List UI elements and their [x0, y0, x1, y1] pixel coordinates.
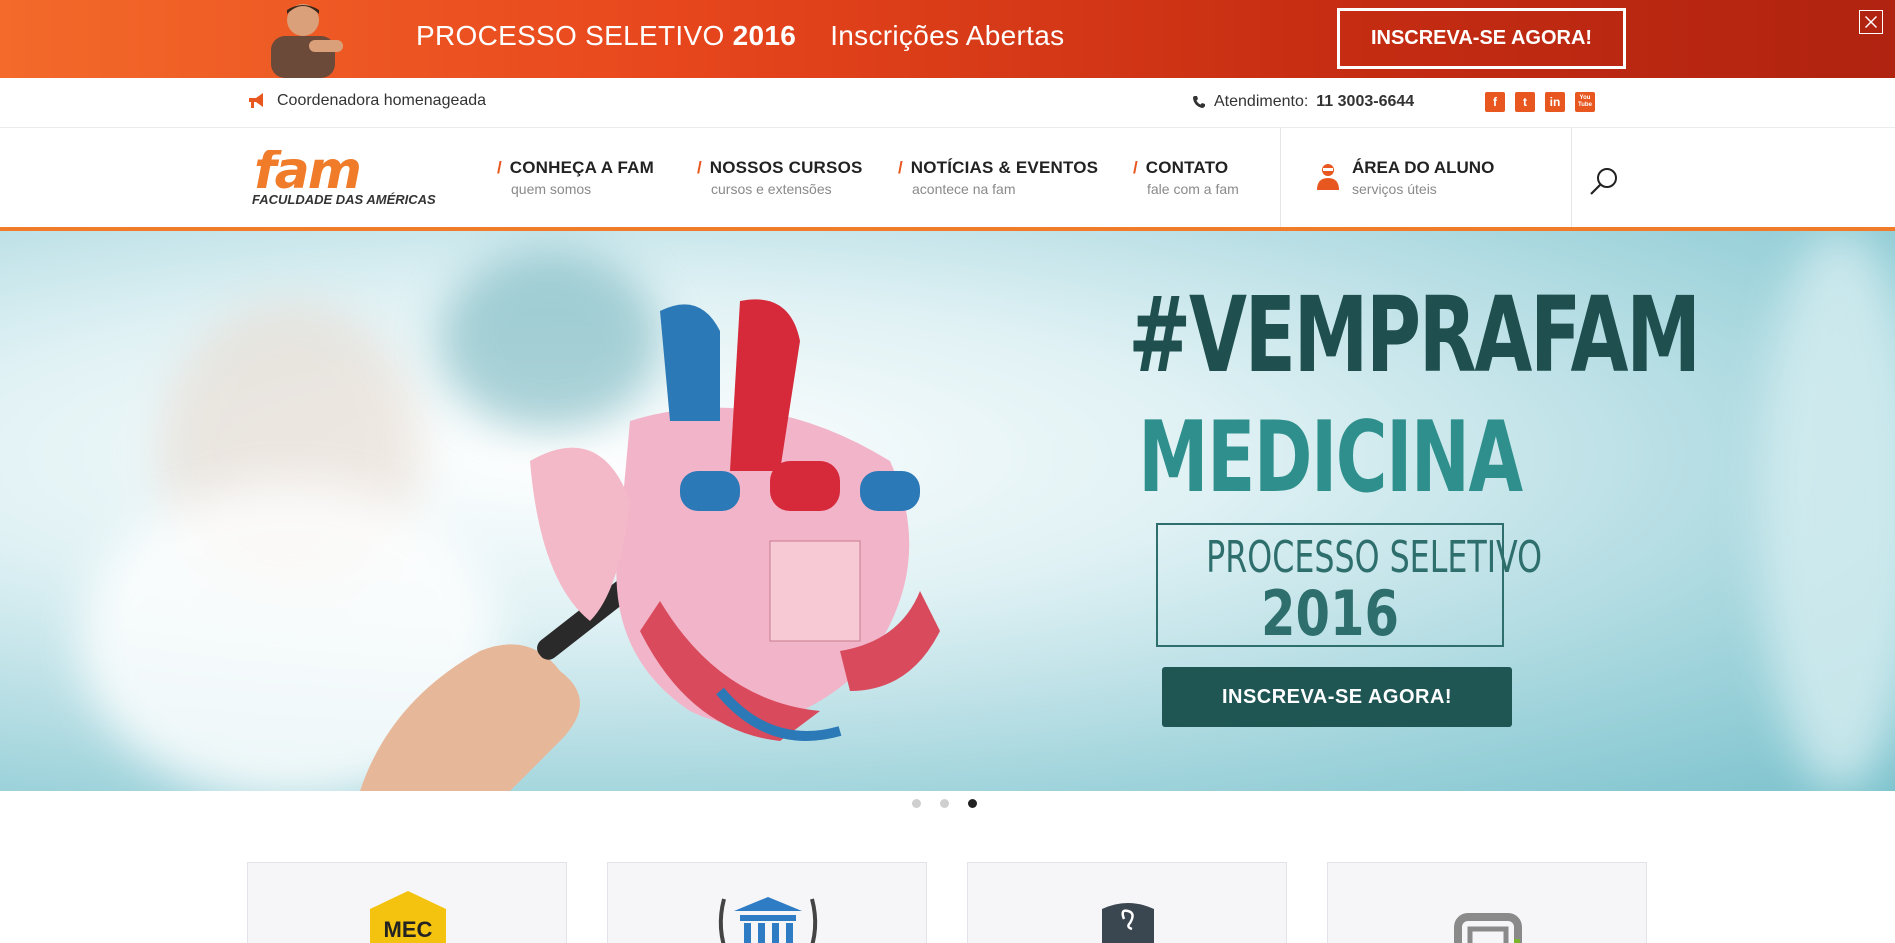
nav-item-conheca[interactable]: / CONHEÇA A FAM quem somos: [497, 158, 654, 197]
promo-title-year: 2016: [732, 20, 797, 51]
search-icon[interactable]: [1588, 166, 1620, 198]
linkedin-icon[interactable]: in: [1545, 92, 1565, 112]
phone-icon: [1193, 96, 1205, 108]
logo-tagline: FACULDADE DAS AMÉRICAS: [252, 192, 436, 207]
promo-title-text: PROCESSO SELETIVO: [416, 20, 725, 51]
feature-card-mec[interactable]: MEC: [247, 862, 567, 943]
feature-card-institution[interactable]: [607, 862, 927, 943]
nav-item-subtitle: quem somos: [511, 181, 592, 197]
phone-number[interactable]: 11 3003-6644: [1316, 93, 1414, 111]
mec-icon: MEC: [370, 891, 446, 943]
nav-item-title[interactable]: NOTÍCIAS & EVENTOS: [911, 158, 1098, 177]
hero-course-title: MEDICINA: [1138, 401, 1523, 515]
nav-item-noticias[interactable]: / NOTÍCIAS & EVENTOS acontece na fam: [898, 158, 1098, 197]
slider-dot[interactable]: [912, 799, 921, 808]
hero-text-block: #VEMPRAFAM MEDICINA PROCESSO SELETIVO 20…: [1050, 274, 1701, 651]
promo-title: PROCESSO SELETIVO 2016 Inscrições Aberta…: [416, 20, 1064, 52]
nav-slash: /: [697, 158, 702, 177]
promo-banner: PROCESSO SELETIVO 2016 Inscrições Aberta…: [0, 0, 1895, 78]
facebook-icon[interactable]: f: [1485, 92, 1505, 112]
nav-slash: /: [898, 158, 903, 177]
phone-info: Atendimento: 11 3003-6644: [1192, 93, 1414, 111]
youtube-icon[interactable]: You Tube: [1575, 92, 1595, 112]
social-links: f t in You Tube: [1485, 92, 1595, 112]
nav-item-contato[interactable]: / CONTATO fale com a fam: [1133, 158, 1239, 197]
hero-process-year: 2016: [1260, 577, 1400, 651]
hero-slide[interactable]: #VEMPRAFAM MEDICINA PROCESSO SELETIVO 20…: [0, 231, 1895, 791]
area-aluno-title[interactable]: ÁREA DO ALUNO: [1352, 158, 1494, 178]
main-navigation: fam FACULDADE DAS AMÉRICAS / CONHEÇA A FA…: [0, 128, 1895, 228]
feature-card-badge[interactable]: [967, 862, 1287, 943]
institution-laurel-icon: [718, 897, 818, 943]
close-icon[interactable]: [1859, 10, 1883, 34]
nav-item-cursos[interactable]: / NOSSOS CURSOS cursos e extensões: [697, 158, 863, 197]
utility-bar: Coordenadora homenageada Atendimento: 11…: [0, 78, 1895, 128]
hero-process-label: PROCESSO SELETIVO: [1206, 532, 1543, 583]
nav-slash: /: [497, 158, 502, 177]
badge-icon: [1102, 903, 1154, 943]
student-icon: [1317, 164, 1339, 190]
hero-subscribe-button[interactable]: INSCREVA-SE AGORA!: [1162, 667, 1512, 727]
news-ticker[interactable]: Coordenadora homenageada: [247, 92, 486, 110]
phone-label: Atendimento:: [1214, 93, 1309, 110]
nav-item-title[interactable]: CONTATO: [1146, 158, 1229, 177]
hero-bg-shape: [1760, 231, 1895, 791]
area-aluno-subtitle: serviços úteis: [1352, 181, 1437, 197]
nav-divider: [1280, 128, 1281, 228]
twitter-icon[interactable]: t: [1515, 92, 1535, 112]
mec-icon-text: MEC: [384, 917, 433, 942]
nav-item-subtitle: acontece na fam: [912, 181, 1016, 197]
nav-item-subtitle: cursos e extensões: [711, 181, 832, 197]
promo-subscribe-button[interactable]: INSCREVA-SE AGORA!: [1337, 8, 1626, 69]
slider-dot[interactable]: [940, 799, 949, 808]
hero-process-box: PROCESSO SELETIVO 2016: [1156, 523, 1543, 651]
news-text[interactable]: Coordenadora homenageada: [277, 92, 486, 110]
fam-logo-mark: fam FACULDADE DAS AMÉRICAS: [252, 141, 436, 207]
nav-item-subtitle: fale com a fam: [1147, 181, 1239, 197]
hero-hashtag: #VEMPRAFAM: [1128, 274, 1700, 396]
building-icon: [1454, 913, 1522, 943]
megaphone-icon: [249, 93, 263, 108]
feature-card-building[interactable]: [1327, 862, 1647, 943]
nav-slash: /: [1133, 158, 1138, 177]
nav-divider: [1571, 128, 1572, 228]
heart-model-image: [360, 299, 940, 791]
nav-item-title[interactable]: NOSSOS CURSOS: [710, 158, 863, 177]
nav-item-title[interactable]: CONHEÇA A FAM: [510, 158, 654, 177]
promo-subtitle: Inscrições Abertas: [830, 20, 1065, 51]
slider-dot-active[interactable]: [968, 799, 977, 808]
fam-logo[interactable]: fam FACULDADE DAS AMÉRICAS: [252, 141, 462, 210]
slider-dots: [912, 799, 977, 808]
promo-person-image: [271, 4, 343, 78]
